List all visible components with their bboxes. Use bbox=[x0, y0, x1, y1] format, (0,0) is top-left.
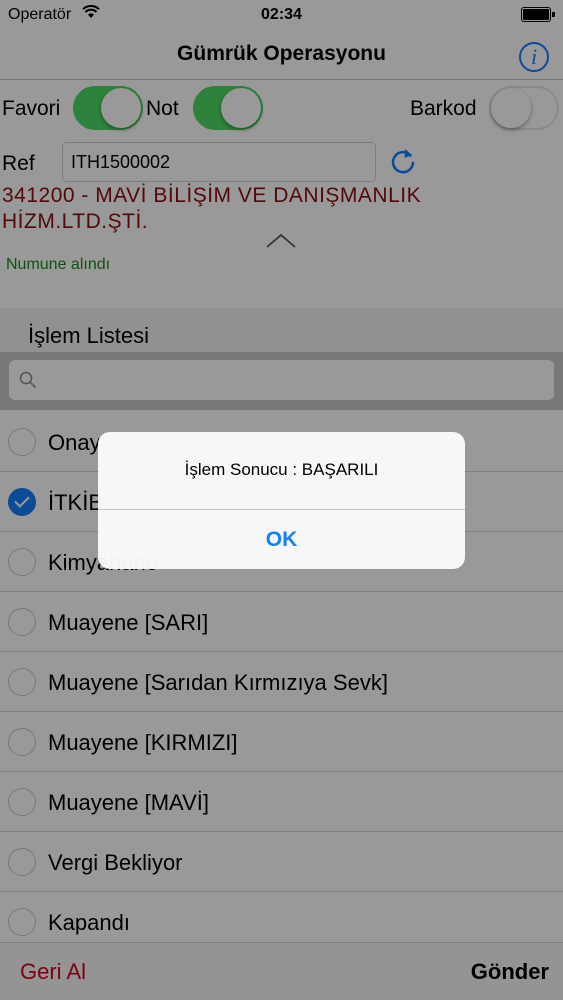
result-alert: İşlem Sonucu : BAŞARILI OK bbox=[98, 432, 465, 569]
screen: Operatör 02:34 Gümrük Operasyonu i Favor… bbox=[0, 0, 563, 1000]
ok-button[interactable]: OK bbox=[98, 510, 465, 569]
alert-message: İşlem Sonucu : BAŞARILI bbox=[184, 460, 379, 479]
